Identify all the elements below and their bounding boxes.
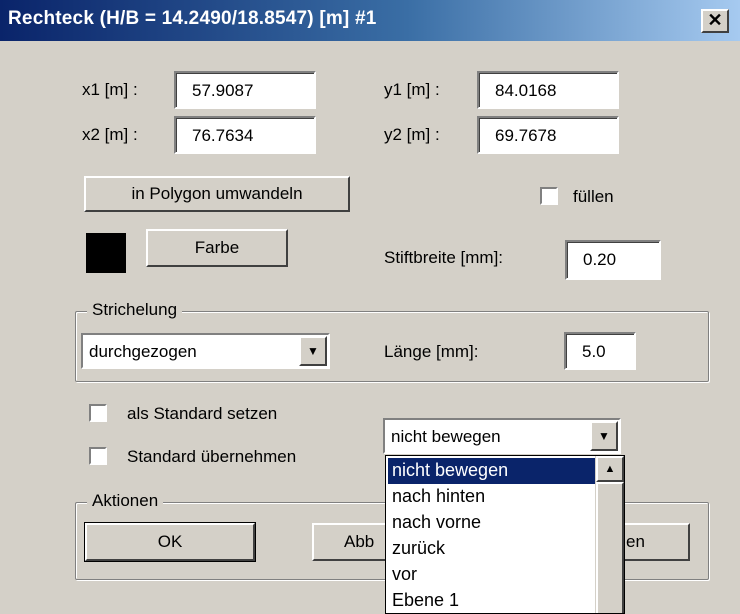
convert-to-polygon-button[interactable]: in Polygon umwandeln [84,176,350,212]
move-option[interactable]: Ebene 1 [388,588,459,613]
color-button[interactable]: Farbe [146,229,288,267]
y2-field[interactable]: 69.7678 [477,116,619,154]
pen-width-field[interactable]: 0.20 [565,240,661,280]
move-select[interactable]: nicht bewegen ▼ [383,418,621,454]
close-button[interactable]: ✕ [701,9,729,33]
x1-field[interactable]: 57.9087 [174,71,316,109]
x2-field[interactable]: 76.7634 [174,116,316,154]
y1-field[interactable]: 84.0168 [477,71,619,109]
apply-standard-label: Standard übernehmen [127,447,297,466]
dash-style-value: durchgezogen [89,342,197,361]
fill-checkbox[interactable] [540,187,558,205]
dropdown-scrollbar[interactable]: ▲ [595,456,624,613]
color-swatch [86,233,126,273]
close-icon: ✕ [707,10,723,30]
pen-width-label: Stiftbreite [mm]: [384,248,504,267]
move-option[interactable]: zurück [388,536,445,562]
x1-label: x1 [m] : [82,80,138,99]
move-option[interactable]: nach vorne [388,510,481,536]
move-select-value: nicht bewegen [391,427,501,446]
move-dropdown-list: nicht bewegen nach hinten nach vorne zur… [385,455,625,614]
y1-label: y1 [m] : [384,80,440,99]
actions-group-title: Aktionen [87,491,164,511]
x2-label: x2 [m] : [82,125,138,144]
dash-length-label: Länge [mm]: [384,342,479,361]
chevron-down-icon[interactable]: ▼ [299,336,327,366]
cancel-button-label: Abb [344,532,375,551]
set-standard-label: als Standard setzen [127,404,278,423]
scroll-thumb[interactable] [596,482,624,613]
window-title: Rechteck (H/B = 14.2490/18.8547) [m] #1 [8,8,377,29]
apply-standard-checkbox[interactable] [89,447,107,465]
ok-button[interactable]: OK [84,522,256,562]
set-standard-checkbox[interactable] [89,404,107,422]
move-option[interactable]: nach hinten [388,484,485,510]
move-option[interactable]: vor [388,562,417,588]
dash-group-title: Strichelung [87,300,183,320]
move-option[interactable]: nicht bewegen [388,458,597,484]
chevron-down-icon[interactable]: ▼ [590,421,618,451]
dash-length-field[interactable]: 5.0 [564,332,636,370]
scroll-up-icon[interactable]: ▲ [596,456,624,482]
fill-label: füllen [573,187,614,206]
y2-label: y2 [m] : [384,125,440,144]
dash-style-select[interactable]: durchgezogen ▼ [81,333,330,369]
third-action-label: en [626,532,645,551]
